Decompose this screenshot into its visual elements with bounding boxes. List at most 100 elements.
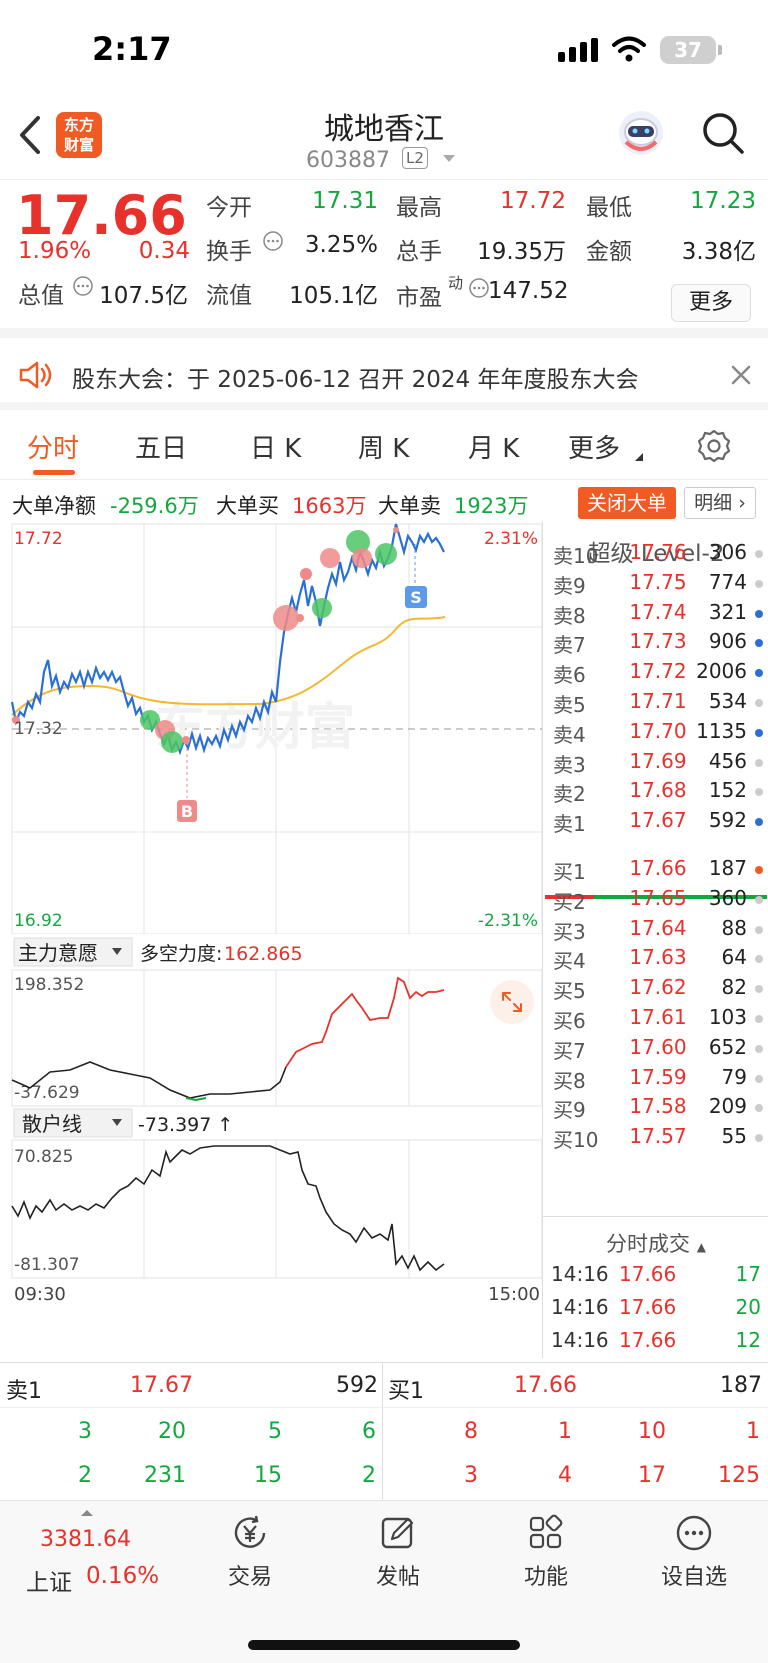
nav-post-label: 发帖 — [375, 1565, 420, 1590]
bid-row[interactable]: 买9 17.58 209 — [543, 1094, 768, 1125]
ask-label: 卖5 — [553, 693, 586, 717]
nav-add-watchlist[interactable]: 设自选 — [644, 1513, 744, 1591]
nav-trade[interactable]: 交易 — [200, 1513, 300, 1591]
turnover-label: 换手 — [206, 239, 252, 265]
tick-volume: 17 — [735, 1262, 761, 1286]
sell-queue-cell: 3 — [78, 1419, 92, 1444]
ask-row[interactable]: 卖5 17.71 534 — [543, 689, 768, 720]
big-order-dot — [273, 605, 299, 631]
big-sell-value: 1923万 — [454, 494, 529, 518]
status-time: 2:17 — [92, 30, 172, 68]
nav-post[interactable]: 发帖 — [348, 1513, 448, 1591]
bid-volume: 55 — [721, 1124, 747, 1149]
more-button[interactable]: 更多 — [671, 284, 751, 322]
tab-five-day[interactable]: 五日 — [135, 428, 187, 465]
robot-avatar-icon[interactable] — [616, 108, 666, 158]
chart-canvas[interactable]: 东方财富 B S 17.72 2.31% 17.32 16.92 -2.31% … — [0, 522, 544, 1360]
bid-label: 买9 — [553, 1098, 586, 1123]
float-value: 105.1亿 — [289, 283, 378, 309]
ask-row[interactable]: 卖1 17.67 592 — [543, 808, 768, 839]
buy-queue-cell: 4 — [558, 1463, 572, 1488]
ask-row[interactable]: 卖10 17.76 306 — [543, 540, 768, 571]
info-icon[interactable] — [468, 277, 490, 299]
ask-price: 17.71 — [629, 689, 687, 713]
order-type-dot — [755, 895, 763, 904]
ask-row[interactable]: 卖6 17.72 2006 — [543, 659, 768, 690]
high-label: 最高 — [396, 195, 442, 221]
bid-row[interactable]: 买7 17.60 652 — [543, 1035, 768, 1066]
ask-price: 17.73 — [629, 629, 687, 654]
status-bar: 2:17 37 — [0, 0, 768, 100]
low-value: 17.23 — [690, 188, 756, 214]
sell-queue-cell: 6 — [362, 1419, 376, 1444]
bid-row[interactable]: 买3 17.64 88 — [543, 916, 768, 947]
ask-row[interactable]: 卖7 17.73 906 — [543, 629, 768, 660]
bid-row[interactable]: 买10 17.57 55 — [543, 1124, 768, 1155]
bid-row[interactable]: 买1 17.66 187 — [543, 856, 768, 887]
bid-row[interactable]: 买6 17.61 103 — [543, 1005, 768, 1036]
bid-price: 17.62 — [629, 975, 687, 1000]
float-label: 流值 — [206, 283, 252, 309]
bid-price: 17.60 — [629, 1034, 687, 1059]
buy-queue-cell: 17 — [638, 1463, 666, 1488]
more-dots-icon — [676, 1515, 712, 1551]
ticks-title[interactable]: 分时成交 ▲ — [543, 1228, 768, 1258]
buy-queue-cell: 1 — [558, 1419, 572, 1444]
high-value: 17.72 — [500, 188, 566, 214]
ask-row[interactable]: 卖3 17.69 456 — [543, 749, 768, 780]
tick-price: 17.66 — [619, 1295, 677, 1319]
axis-top-pct: 2.31% — [484, 529, 538, 549]
bid-row[interactable]: 买5 17.62 82 — [543, 975, 768, 1006]
ask-price: 17.69 — [629, 748, 687, 773]
tick-volume: 20 — [735, 1295, 761, 1319]
ask-row[interactable]: 卖2 17.68 152 — [543, 778, 768, 809]
tab-intraday[interactable]: 分时 — [27, 428, 79, 465]
close-big-order-button[interactable]: 关闭大单 — [578, 487, 676, 519]
order-type-dot — [755, 639, 763, 648]
tick-price: 17.66 — [619, 1262, 677, 1286]
chevron-down-icon[interactable] — [442, 154, 456, 164]
turnover-value: 3.25% — [304, 232, 378, 258]
buy-queue-cell: 3 — [464, 1463, 478, 1488]
info-icon[interactable] — [72, 275, 94, 297]
ask-row[interactable]: 卖8 17.74 321 — [543, 600, 768, 631]
order-type-dot — [755, 1015, 763, 1023]
pe-value: 147.52 — [488, 278, 569, 304]
tab-monthly-k[interactable]: 月 K — [468, 428, 519, 465]
indicator2-value: -73.397 ↑ — [138, 1114, 233, 1136]
axis-top-price: 17.72 — [14, 529, 63, 549]
close-icon[interactable] — [730, 364, 752, 386]
stock-code: 603887 — [306, 148, 390, 173]
tab-weekly-k[interactable]: 周 K — [358, 428, 409, 465]
notice-bar[interactable]: 股东大会：于 2025-06-12 召开 2024 年年度股东大会 — [0, 348, 768, 410]
bid-row[interactable]: 买4 17.63 64 — [543, 945, 768, 976]
big-order-dot — [393, 527, 399, 533]
quote-panel: 17.66 1.96% 0.34 总值 107.5亿 今开 17.31 换手 3… — [0, 180, 768, 338]
indicator1-line-green — [185, 1097, 207, 1102]
index-ticker[interactable]: 3381.64 上证 0.16% — [20, 1503, 160, 1603]
ask-row[interactable]: 卖9 17.75 774 — [543, 570, 768, 601]
tab-more[interactable]: 更多 — [568, 428, 620, 465]
big-order-dot — [352, 548, 372, 568]
bid-row[interactable]: 买2 17.65 360 — [543, 886, 768, 917]
intraday-chart[interactable]: 东方财富 B S 17.72 2.31% 17.32 16.92 -2.31% … — [0, 522, 544, 1360]
expand-icon[interactable] — [490, 980, 534, 1024]
home-indicator — [248, 1640, 520, 1650]
ask-volume: 2006 — [696, 659, 747, 684]
tab-daily-k[interactable]: 日 K — [250, 428, 301, 465]
edit-icon — [381, 1517, 414, 1549]
bid-row[interactable]: 买8 17.59 79 — [543, 1065, 768, 1096]
search-icon[interactable] — [700, 110, 746, 156]
bid-label: 买10 — [553, 1128, 599, 1153]
nav-functions[interactable]: 功能 — [496, 1513, 596, 1591]
axis-bottom-price: 16.92 — [14, 911, 63, 931]
ask-row[interactable]: 卖4 17.70 1135 — [543, 719, 768, 750]
gear-icon[interactable] — [696, 428, 732, 464]
big-order-dot — [320, 548, 340, 568]
big-net-label: 大单净额 — [12, 494, 96, 518]
detail-button[interactable]: 明细 › — [684, 487, 756, 519]
info-icon[interactable] — [262, 230, 284, 252]
bid-price: 17.65 — [629, 885, 687, 910]
big-buy-label: 大单买 — [216, 494, 279, 518]
big-order-dot — [182, 736, 190, 744]
